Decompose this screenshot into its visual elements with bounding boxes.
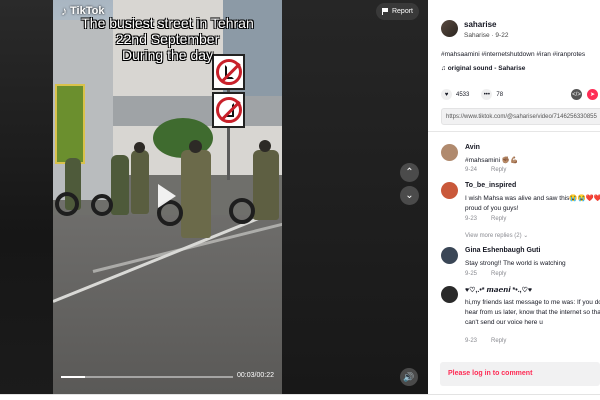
video-overlay-line-1: The busiest street in Tehran bbox=[81, 15, 254, 31]
video-stage: ♪ TikTok The busiest street in Tehran 22… bbox=[0, 0, 428, 394]
comment-text: #mahsamini ✊🏽💪🏽 bbox=[465, 157, 519, 164]
comment-avatar[interactable] bbox=[441, 286, 458, 303]
chevron-up-icon: ⌃ bbox=[405, 167, 414, 178]
report-label: Report bbox=[391, 8, 413, 15]
comment-text: Stay strong!! The world is watching bbox=[465, 260, 566, 267]
video-scene-banner bbox=[55, 84, 85, 164]
video-scene-soldier bbox=[131, 150, 149, 214]
embed-icon[interactable]: </> bbox=[571, 89, 582, 100]
speaker-icon: 🔊 bbox=[403, 371, 415, 382]
comment-meta: 9-25 Reply bbox=[465, 271, 520, 277]
share-icons: </> ➤ bbox=[571, 89, 598, 100]
video-scene-soldier-head bbox=[259, 140, 271, 152]
video-scene-soldier-head bbox=[189, 140, 202, 153]
video-scene-motorbike-wheel bbox=[91, 194, 113, 216]
chevron-down-icon: ⌄ bbox=[405, 190, 414, 201]
time-readout: 00:03/00:22 bbox=[237, 372, 274, 379]
video-scene-soldier bbox=[181, 150, 211, 238]
music-note-icon: ♫ bbox=[441, 65, 448, 72]
divider bbox=[428, 131, 600, 132]
send-icon[interactable]: ➤ bbox=[587, 89, 598, 100]
comment-date: 9-24 bbox=[465, 167, 478, 173]
comment-count: 78 bbox=[496, 91, 504, 98]
no-left-turn-sign bbox=[212, 92, 245, 128]
sound-link[interactable]: ♫ original sound - Saharise bbox=[441, 65, 525, 72]
play-icon[interactable] bbox=[158, 184, 176, 208]
previous-video-button[interactable]: ⌃ bbox=[400, 163, 419, 182]
bottom-strip bbox=[0, 394, 600, 400]
comment-item: Avin #mahsamini ✊🏽💪🏽 9-24 Reply bbox=[441, 144, 600, 178]
comment-author[interactable]: Avin bbox=[465, 144, 480, 151]
volume-button[interactable]: 🔊 bbox=[400, 368, 418, 386]
progress-fill bbox=[61, 376, 86, 378]
report-button[interactable]: Report bbox=[376, 3, 419, 20]
login-to-comment-button[interactable]: Please log in to comment bbox=[440, 362, 600, 386]
comment-date: 9-25 bbox=[465, 271, 478, 277]
video-scene-soldier bbox=[111, 155, 129, 215]
sound-label: original sound - Saharise bbox=[447, 65, 526, 72]
heart-icon[interactable]: ♥ bbox=[441, 89, 452, 100]
video-scene-motorbike-wheel bbox=[55, 192, 79, 216]
video-scene-road bbox=[53, 215, 282, 394]
comment-meta: 9-23 Reply bbox=[465, 216, 520, 222]
video-caption[interactable]: #mahsaamini #internetshutdown #iran #ira… bbox=[441, 51, 585, 58]
comment-meta: 9-23 Reply bbox=[465, 338, 520, 344]
progress-bar[interactable] bbox=[61, 376, 233, 378]
comment-author[interactable]: To_be_inspired bbox=[465, 182, 516, 189]
comment-date: 9-23 bbox=[465, 216, 478, 222]
comment-text: hi,my friends last message to me was: If… bbox=[465, 299, 600, 326]
reply-button[interactable]: Reply bbox=[491, 216, 506, 222]
comment-avatar[interactable] bbox=[441, 247, 458, 264]
flag-icon bbox=[381, 8, 389, 15]
video-scene-soldier-head bbox=[134, 142, 145, 153]
details-panel: saharise Saharise · 9-22 #mahsaamini #in… bbox=[428, 0, 600, 400]
share-url-field[interactable]: https://www.tiktok.com/@saharise/video/7… bbox=[441, 108, 600, 125]
comment-item: To_be_inspired I wish Mahsa was alive an… bbox=[441, 182, 600, 228]
like-count: 4533 bbox=[456, 91, 470, 98]
next-video-button[interactable]: ⌄ bbox=[400, 186, 419, 205]
video-overlay-line-3: During the day bbox=[121, 47, 214, 63]
video-overlay-line-2: 22nd September bbox=[115, 31, 220, 47]
author-name[interactable]: saharise bbox=[464, 20, 496, 29]
comment-item: ♥♡,.•* 𝙢𝙖𝙚𝙣𝙞 *•.,♡♥ hi,my friends last m… bbox=[441, 286, 600, 350]
avatar[interactable] bbox=[441, 20, 458, 37]
comment-author[interactable]: Gina Eshenbaugh Guti bbox=[465, 247, 540, 254]
video-player[interactable]: ♪ TikTok The busiest street in Tehran 22… bbox=[53, 0, 282, 394]
comment-author[interactable]: ♥♡,.•* 𝙢𝙖𝙚𝙣𝙞 *•.,♡♥ bbox=[465, 286, 532, 294]
comment-icon[interactable]: ••• bbox=[481, 89, 493, 100]
view-more-replies[interactable]: View more replies (2) ⌄ bbox=[465, 232, 528, 239]
reply-button[interactable]: Reply bbox=[491, 338, 506, 344]
video-scene-soldier bbox=[253, 150, 279, 220]
comment-text: I wish Mahsa was alive and saw this😭😭❤️❤… bbox=[465, 195, 600, 212]
comment-meta: 9-24 Reply bbox=[465, 167, 520, 173]
reply-button[interactable]: Reply bbox=[491, 167, 506, 173]
comment-avatar[interactable] bbox=[441, 144, 458, 161]
comment-item: Gina Eshenbaugh Guti Stay strong!! The w… bbox=[441, 247, 600, 281]
video-scene-motorbike-wheel bbox=[229, 198, 255, 224]
comment-date: 9-23 bbox=[465, 338, 478, 344]
author-subline: Saharise · 9-22 bbox=[464, 32, 509, 39]
comment-avatar[interactable] bbox=[441, 182, 458, 199]
engagement-stats: ♥ 4533 ••• 78 bbox=[441, 89, 503, 100]
reply-button[interactable]: Reply bbox=[491, 271, 506, 277]
